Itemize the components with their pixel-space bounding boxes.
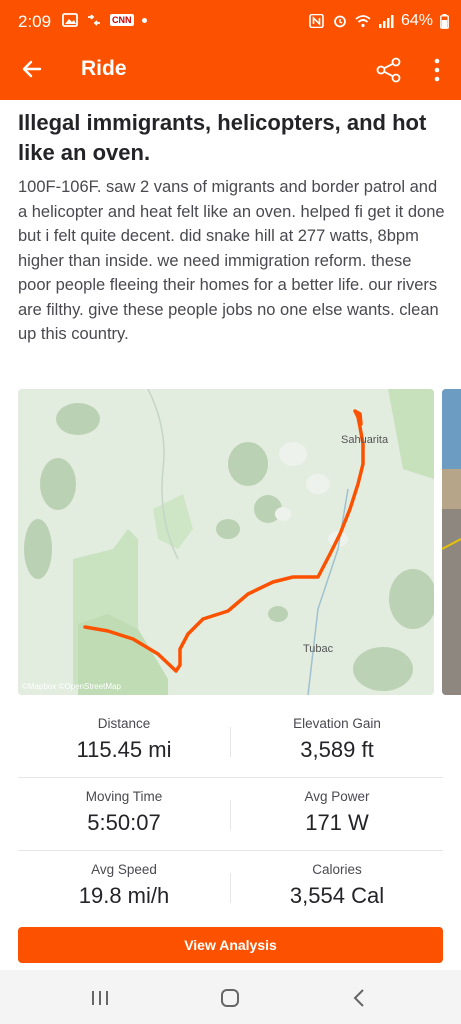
home-icon[interactable] [220,988,240,1008]
map-attribution: ©Mapbox ©OpenStreetMap [22,682,122,691]
stat-label: Avg Power [304,789,370,804]
alarm-icon [334,15,346,28]
stats-row: Distance 115.45 mi Elevation Gain 3,589 … [18,705,443,778]
stat-value: 5:50:07 [87,810,161,835]
stat-value: 171 W [305,810,369,835]
stat-elevation-gain: Elevation Gain 3,589 ft [231,705,443,763]
page-title: Ride [81,57,127,80]
stat-label: Distance [97,716,151,731]
link-sync-icon [88,14,100,26]
battery-percent: 64% [400,12,433,29]
map-canvas: Sahuarita Tubac ©Mapbox ©OpenStreetMap [18,389,434,695]
recents-icon[interactable] [90,990,110,1006]
more-vertical-icon[interactable] [430,56,444,84]
signal-icon [378,15,394,28]
gallery-icon [62,13,78,27]
stat-distance: Distance 115.45 mi [18,705,230,763]
app-bar: Ride [0,38,461,100]
stat-value: 19.8 mi/h [78,883,170,908]
stat-label: Moving Time [85,789,163,804]
photo-image [442,389,461,695]
more-notifications-dot-icon [141,17,147,23]
stat-label: Elevation Gain [293,716,381,731]
battery-icon [440,13,449,29]
stat-calories: Calories 3,554 Cal [231,851,443,909]
back-icon[interactable] [352,988,366,1008]
stat-value: 115.45 mi [76,737,172,762]
stats-grid: Distance 115.45 mi Elevation Gain 3,589 … [18,705,443,924]
nfc-icon [309,14,324,28]
arrow-left-icon[interactable] [20,57,44,81]
share-icon[interactable] [375,56,403,84]
stat-value: 3,589 ft [300,737,374,762]
status-right-icons: 64% [309,12,449,30]
stat-avg-speed: Avg Speed 19.8 mi/h [18,851,230,909]
map-label-tubac: Tubac [303,643,334,655]
system-nav-bar [0,970,461,1024]
map-label-sahuarita: Sahuarita [341,434,389,446]
activity-title: Illegal immigrants, helicopters, and hot… [18,110,427,165]
cnn-badge-icon: CNN [110,14,134,26]
view-analysis-button[interactable]: View Analysis [18,927,443,963]
stat-label: Calories [312,862,362,877]
activity-description: 100F-106F. saw 2 vans of migrants and bo… [18,178,445,343]
activity-photo-thumbnail[interactable] [442,389,461,695]
status-bar: 2:09 CNN 64% [0,0,461,38]
stats-row: Avg Speed 19.8 mi/h Calories 3,554 Cal [18,851,443,924]
status-left-icons: CNN [62,13,147,27]
status-time: 2:09 [18,12,52,31]
stat-avg-power: Avg Power 171 W [231,778,443,836]
stat-moving-time: Moving Time 5:50:07 [18,778,230,836]
wifi-icon [355,15,371,28]
stat-value: 3,554 Cal [289,883,385,908]
stats-row: Moving Time 5:50:07 Avg Power 171 W [18,778,443,851]
route-map[interactable]: Sahuarita Tubac ©Mapbox ©OpenStreetMap [18,389,434,695]
stat-label: Avg Speed [91,862,157,877]
